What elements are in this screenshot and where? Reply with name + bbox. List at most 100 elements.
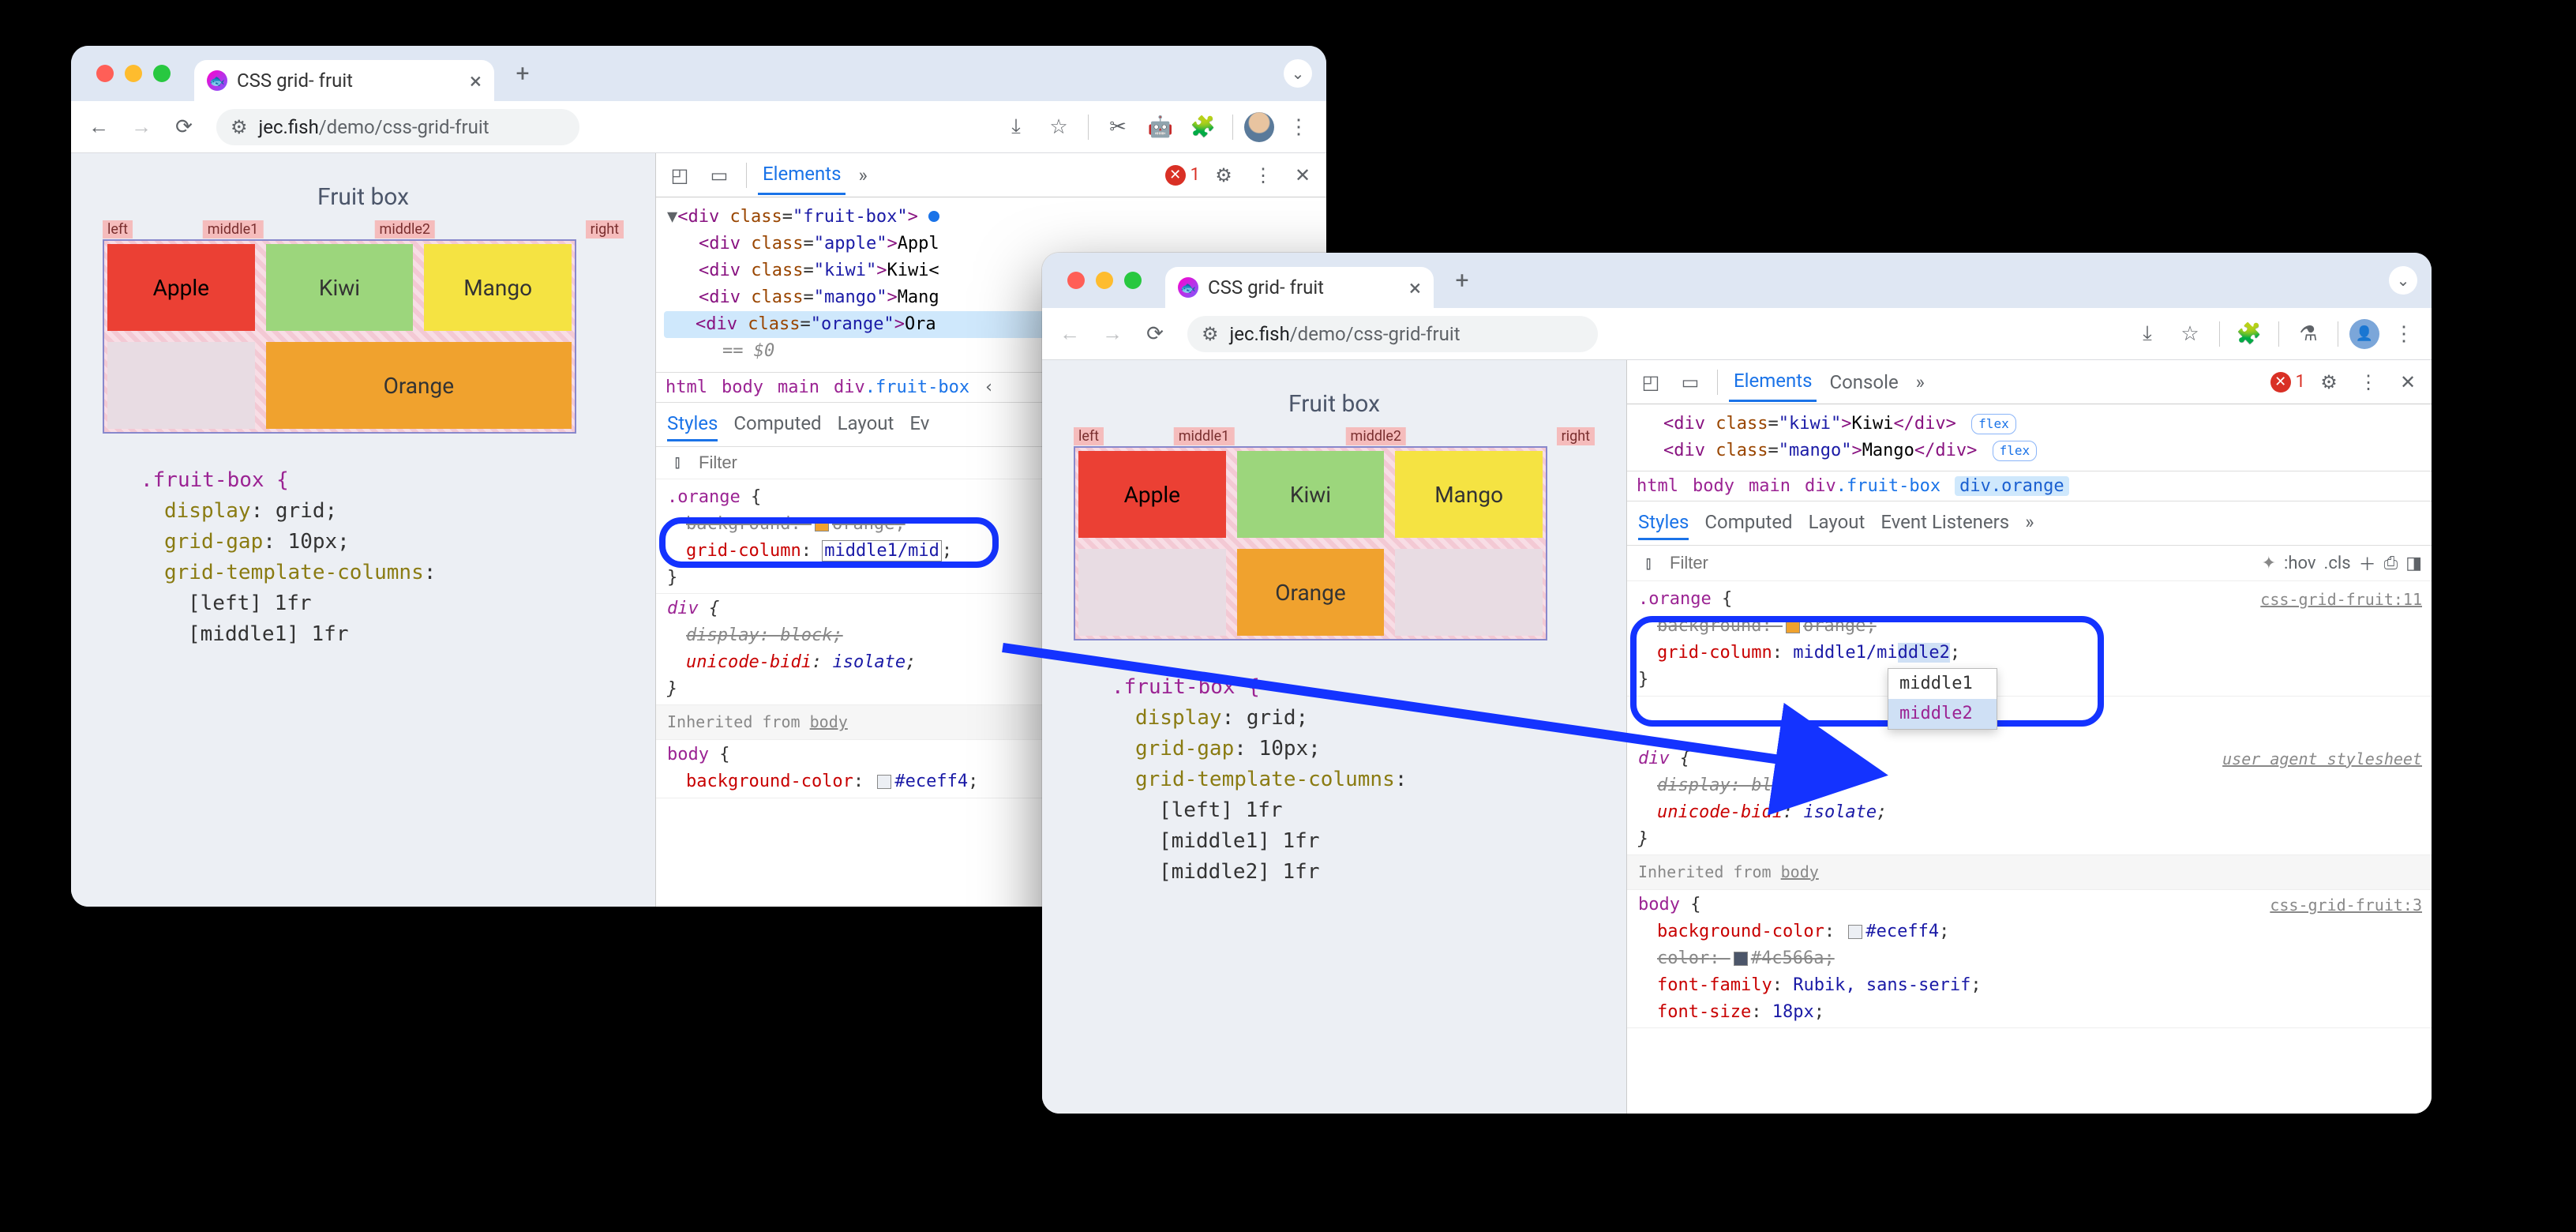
address-bar[interactable]: ⚙ jec.fish/demo/css-grid-fruit: [1187, 316, 1598, 352]
ai-sparkle-icon[interactable]: ✦: [2262, 554, 2276, 573]
subtab-more[interactable]: »: [2025, 506, 2034, 540]
close-devtools-button[interactable]: ✕: [2392, 366, 2424, 398]
tab-overflow-button[interactable]: ⌄: [2389, 266, 2417, 295]
install-button[interactable]: ⤓: [2129, 316, 2165, 352]
close-window-button[interactable]: [96, 65, 114, 82]
cell-kiwi: Kiwi: [1237, 451, 1385, 538]
dom-tree[interactable]: <div class="kiwi">Kiwi</div> flex <div c…: [1627, 404, 2432, 471]
tab-strip: 🐟 CSS grid- fruit × + ⌄: [71, 46, 1326, 101]
tab-elements[interactable]: Elements: [758, 155, 846, 195]
sidebar-toggle-icon[interactable]: ◨: [2405, 554, 2422, 573]
fullscreen-window-button[interactable]: [153, 65, 171, 82]
grid-label-left: left: [1074, 427, 1104, 445]
settings-icon[interactable]: ⚙: [2313, 366, 2345, 398]
rule-div-ua[interactable]: user agent stylesheet div { display: blo…: [1627, 744, 2432, 855]
subtab-events[interactable]: Event Listeners: [1880, 506, 2009, 540]
subtab-more[interactable]: Ev: [909, 408, 929, 441]
extension-robot-icon[interactable]: 🤖: [1142, 109, 1179, 145]
url-text: jec.fish/demo/css-grid-fruit: [259, 116, 489, 138]
devtools-panel: ◰ ▭ Elements Console » ✕1 ⚙ ⋮ ✕ <div cla…: [1626, 360, 2432, 1114]
autocomplete-option[interactable]: middle1: [1888, 669, 1997, 699]
site-settings-icon[interactable]: ⚙: [231, 116, 248, 138]
reload-button[interactable]: ⟳: [166, 109, 202, 145]
bookmark-button[interactable]: ☆: [1041, 109, 1077, 145]
menu-button[interactable]: ⋮: [2386, 316, 2422, 352]
subtab-layout[interactable]: Layout: [1809, 506, 1865, 540]
menu-button[interactable]: ⋮: [1281, 109, 1317, 145]
close-tab-button[interactable]: ×: [470, 68, 482, 94]
subtab-computed[interactable]: Computed: [733, 408, 821, 441]
profile-avatar[interactable]: [1244, 112, 1274, 142]
tab-console[interactable]: Console: [1824, 363, 1903, 401]
page-heading: Fruit box: [1074, 390, 1595, 418]
new-tab-button[interactable]: +: [1445, 263, 1479, 298]
error-counter[interactable]: ✕1: [1165, 165, 1200, 186]
site-settings-icon[interactable]: ⚙: [1202, 323, 1219, 345]
rule-orange[interactable]: css-grid-fruit:11 .orange { background: …: [1627, 584, 2432, 696]
reload-button[interactable]: ⟳: [1137, 316, 1173, 352]
grid-label-right: right: [586, 220, 624, 239]
tab-more[interactable]: »: [1911, 363, 1929, 401]
grid-column-value-input[interactable]: middle1/mid: [822, 540, 942, 562]
browser-tab[interactable]: 🐟 CSS grid- fruit ×: [1165, 267, 1434, 308]
error-counter[interactable]: ✕1: [2270, 372, 2305, 393]
settings-icon[interactable]: ⚙: [1208, 160, 1239, 191]
minimize-window-button[interactable]: [1096, 272, 1113, 289]
subtab-styles[interactable]: Styles: [667, 408, 718, 441]
profile-avatar[interactable]: 👤: [2349, 319, 2379, 349]
forward-button[interactable]: →: [1094, 316, 1131, 352]
browser-tab[interactable]: 🐟 CSS grid- fruit ×: [194, 60, 494, 101]
breadcrumb-trail[interactable]: html body main div.fruit-box div.orange: [1627, 471, 2432, 501]
kebab-icon[interactable]: ⋮: [1247, 160, 1279, 191]
minimize-window-button[interactable]: [125, 65, 142, 82]
cell-empty: [1078, 549, 1226, 636]
extensions-button[interactable]: 🧩: [2231, 316, 2267, 352]
cls-toggle[interactable]: .cls: [2324, 554, 2351, 573]
subtab-styles[interactable]: Styles: [1638, 506, 1689, 540]
rule-body[interactable]: css-grid-fruit:3 body { background-color…: [1627, 890, 2432, 1028]
back-button[interactable]: ←: [81, 109, 117, 145]
device-toggle-icon[interactable]: ▭: [703, 160, 735, 191]
new-rule-button[interactable]: ＋: [2359, 550, 2376, 576]
close-tab-button[interactable]: ×: [1409, 275, 1421, 301]
install-button[interactable]: ⤓: [998, 109, 1034, 145]
new-tab-button[interactable]: +: [505, 56, 540, 91]
bookmark-button[interactable]: ☆: [2172, 316, 2208, 352]
tab-title: CSS grid- fruit: [1208, 276, 1324, 299]
kebab-icon[interactable]: ⋮: [2353, 366, 2384, 398]
divider: [1717, 370, 1718, 395]
tab-more[interactable]: »: [853, 156, 872, 194]
source-link[interactable]: css-grid-fruit:11: [2260, 588, 2422, 612]
toolbar: ← → ⟳ ⚙ jec.fish/demo/css-grid-fruit ⤓ ☆…: [1042, 308, 2432, 360]
forward-button[interactable]: →: [123, 109, 159, 145]
back-button[interactable]: ←: [1052, 316, 1088, 352]
inspect-icon[interactable]: ◰: [1635, 366, 1667, 398]
extension-scissors-icon[interactable]: ✂: [1100, 109, 1136, 145]
device-toggle-icon[interactable]: ▭: [1674, 366, 1706, 398]
labs-icon[interactable]: ⚗: [2290, 316, 2327, 352]
computed-toggle-icon[interactable]: ⎙: [2384, 554, 2398, 573]
devtools-tabbar: ◰ ▭ Elements Console » ✕1 ⚙ ⋮ ✕: [1627, 360, 2432, 404]
toolbar-divider: [2219, 321, 2220, 347]
filter-input[interactable]: [1668, 552, 2254, 574]
fruit-grid: Apple Kiwi Mango Orange: [1074, 446, 1547, 640]
extensions-button[interactable]: 🧩: [1185, 109, 1221, 145]
tab-elements[interactable]: Elements: [1729, 362, 1817, 402]
close-devtools-button[interactable]: ✕: [1287, 160, 1318, 191]
tab-overflow-button[interactable]: ⌄: [1284, 59, 1312, 88]
favicon-icon: 🐟: [1178, 277, 1198, 298]
styles-pane[interactable]: css-grid-fruit:11 .orange { background: …: [1627, 581, 2432, 1114]
autocomplete-popup[interactable]: middle1 middle2: [1888, 668, 1997, 730]
toolbar: ← → ⟳ ⚙ jec.fish/demo/css-grid-fruit ⤓ ☆…: [71, 101, 1326, 153]
subtab-computed[interactable]: Computed: [1704, 506, 1792, 540]
autocomplete-option-selected[interactable]: middle2: [1888, 699, 1997, 729]
address-bar[interactable]: ⚙ jec.fish/demo/css-grid-fruit: [216, 109, 579, 145]
close-window-button[interactable]: [1067, 272, 1085, 289]
source-link[interactable]: css-grid-fruit:3: [2270, 893, 2422, 918]
inherited-from-label: Inherited from body: [1627, 855, 2432, 890]
inspect-icon[interactable]: ◰: [664, 160, 696, 191]
subtab-layout[interactable]: Layout: [838, 408, 894, 441]
fullscreen-window-button[interactable]: [1124, 272, 1142, 289]
cell-orange: Orange: [266, 342, 572, 429]
hov-toggle[interactable]: :hov: [2284, 554, 2316, 573]
